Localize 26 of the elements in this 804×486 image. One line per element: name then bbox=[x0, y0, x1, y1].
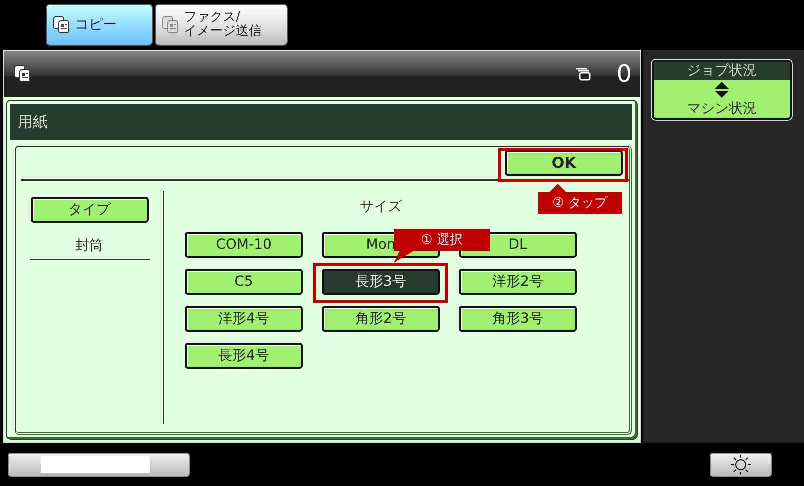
size-button[interactable]: 角形2号 bbox=[322, 306, 440, 332]
size-button[interactable]: 長形4号 bbox=[185, 343, 303, 369]
pointer-icon bbox=[394, 251, 414, 263]
size-button[interactable]: 角形3号 bbox=[459, 306, 577, 332]
size-button[interactable]: C5 bbox=[185, 269, 303, 295]
ok-button[interactable]: OK bbox=[505, 150, 623, 176]
status-toggle-button[interactable]: ジョブ状況 マシン状況 bbox=[652, 60, 792, 120]
brightness-button[interactable] bbox=[710, 452, 772, 476]
copy-icon bbox=[53, 16, 71, 34]
sun-icon bbox=[731, 454, 751, 474]
copy-icon bbox=[14, 65, 32, 83]
stack-icon bbox=[574, 68, 591, 80]
fax-icon bbox=[162, 16, 180, 34]
pointer-icon bbox=[550, 184, 566, 192]
dialog-title: 用紙 bbox=[10, 104, 632, 140]
tab[interactable]: ファクス/ イメージ送信 bbox=[155, 4, 288, 46]
type-value: 封筒 bbox=[30, 237, 150, 260]
size-button[interactable]: 洋形2号 bbox=[459, 269, 577, 295]
job-count: 0 bbox=[616, 60, 632, 88]
tab[interactable]: コピー bbox=[46, 4, 153, 46]
size-heading: サイズ bbox=[360, 198, 402, 216]
up-down-icon bbox=[715, 82, 729, 98]
size-button[interactable]: COM-10 bbox=[185, 232, 303, 258]
size-button[interactable]: 洋形4号 bbox=[185, 306, 303, 332]
type-button[interactable]: タイプ bbox=[30, 197, 148, 223]
size-button[interactable]: 長形3号 bbox=[322, 269, 440, 295]
